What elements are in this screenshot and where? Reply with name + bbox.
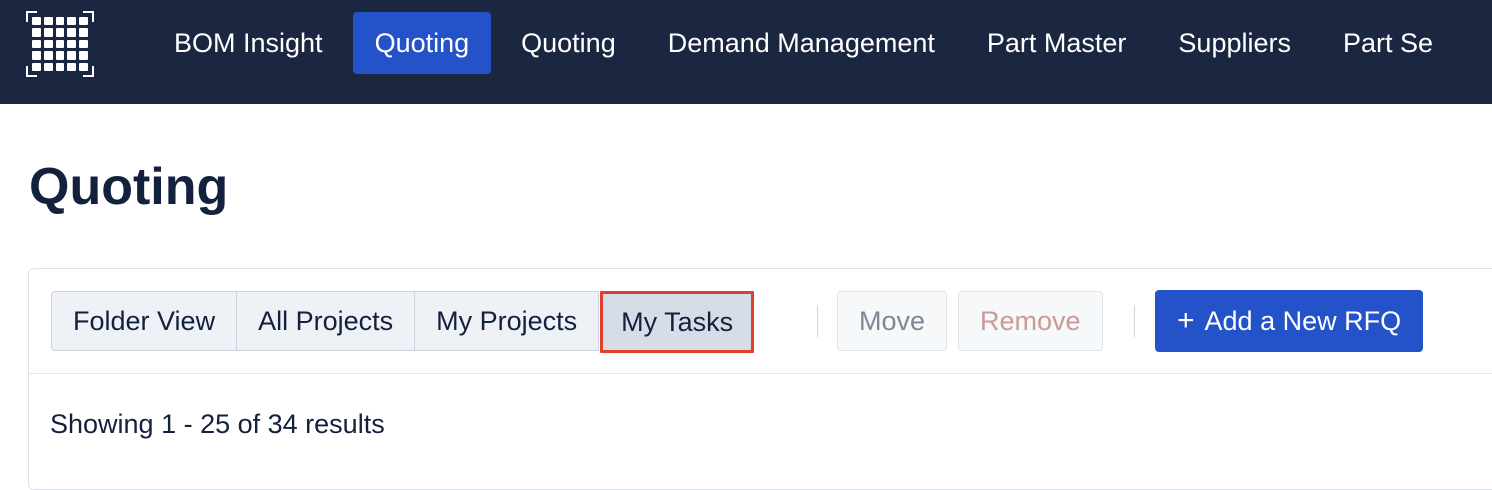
my-projects-button[interactable]: My Projects [414,291,600,351]
results-summary: Showing 1 - 25 of 34 results [50,409,385,439]
remove-button[interactable]: Remove [958,291,1103,351]
nav-item-quoting[interactable]: Quoting [499,12,638,74]
nav-item-demand-management[interactable]: Demand Management [646,12,957,74]
projects-panel: Folder View All Projects My Projects My … [28,268,1492,490]
add-new-rfq-label: Add a New RFQ [1204,306,1402,336]
folder-view-button[interactable]: Folder View [51,291,238,351]
my-tasks-button[interactable]: My Tasks [600,291,755,353]
plus-icon: + [1177,304,1195,337]
view-toggle-group: Folder View All Projects My Projects My … [51,291,755,353]
nav-item-bom-insight[interactable]: BOM Insight [152,12,345,74]
nav-item-part-master[interactable]: Part Master [965,12,1149,74]
nav-item-suppliers[interactable]: Suppliers [1156,12,1313,74]
main-nav: BOM Insight Quoting Quoting Demand Manag… [152,12,1463,74]
nav-item-quoting-active[interactable]: Quoting [352,12,492,74]
all-projects-button[interactable]: All Projects [236,291,416,351]
add-new-rfq-button[interactable]: + Add a New RFQ [1155,290,1424,352]
toolbar-separator [1134,305,1135,337]
nav-item-part-se[interactable]: Part Se [1321,12,1455,74]
page-title: Quoting [29,158,229,216]
move-button[interactable]: Move [837,291,948,351]
top-navigation-bar: BOM Insight Quoting Quoting Demand Manag… [0,0,1492,104]
grid-logo-icon[interactable] [26,11,94,77]
toolbar-separator [817,305,818,337]
toolbar-divider [29,373,1492,374]
